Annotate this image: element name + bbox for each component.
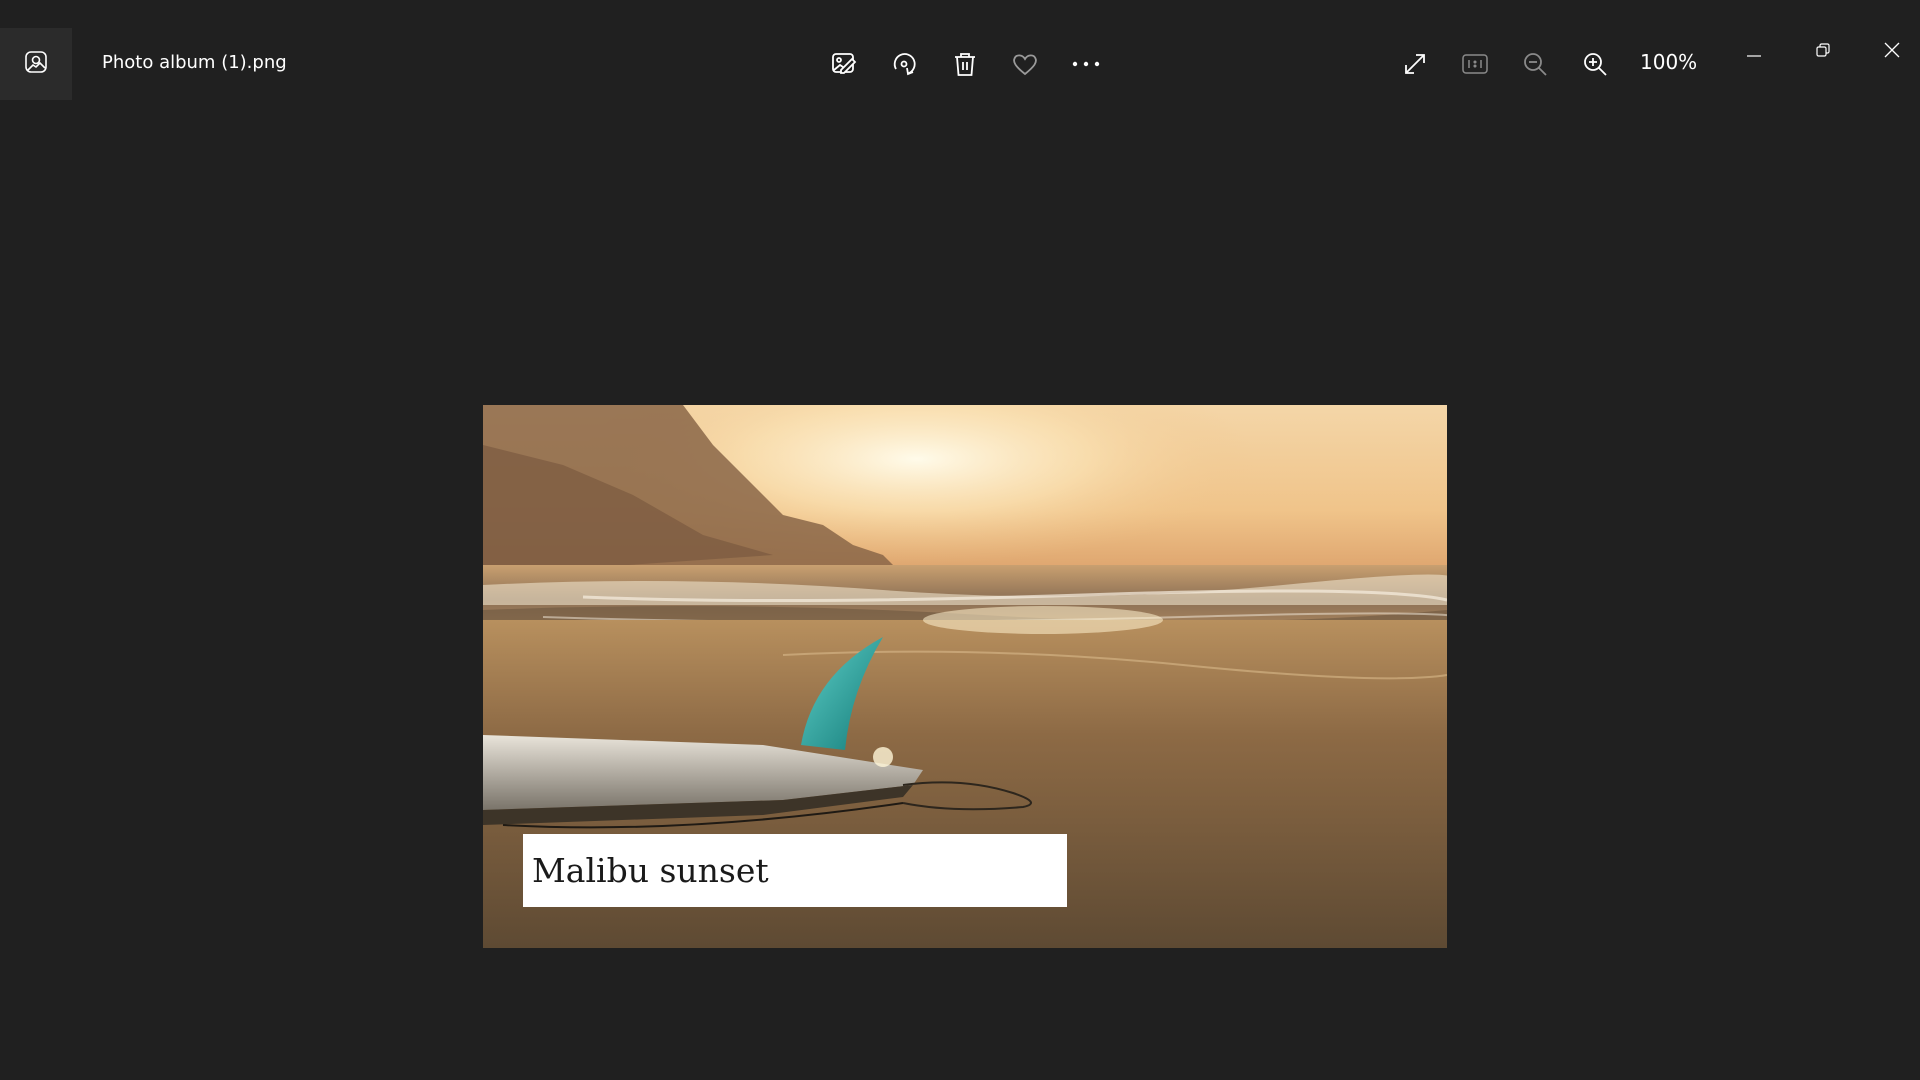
minimize-icon [1746, 43, 1762, 62]
file-title: Photo album (1).png [102, 52, 287, 73]
photo-caption: Malibu sunset [532, 851, 769, 890]
actual-size-icon [1461, 53, 1489, 75]
rotate-icon [890, 50, 918, 78]
fullscreen-button[interactable] [1395, 44, 1435, 84]
restore-button[interactable] [1800, 34, 1846, 70]
photos-app-icon [23, 49, 49, 79]
restore-icon [1815, 42, 1831, 62]
minimize-button[interactable] [1731, 34, 1777, 70]
photo: Malibu sunset [483, 405, 1447, 948]
image-viewer[interactable]: Malibu sunset [0, 100, 1920, 1080]
heart-icon [1011, 51, 1039, 77]
close-button[interactable] [1869, 34, 1915, 70]
edit-image-icon [830, 50, 858, 78]
zoom-in-button[interactable] [1575, 44, 1615, 84]
actual-size-button[interactable] [1455, 44, 1495, 84]
more-icon [1071, 60, 1101, 68]
app-icon-button[interactable] [0, 28, 72, 100]
more-options-button[interactable] [1066, 44, 1106, 84]
zoom-level[interactable]: 100% [1640, 50, 1700, 74]
title-bar: Photo album (1).png 100% [0, 0, 1920, 100]
delete-button[interactable] [945, 44, 985, 84]
edit-image-button[interactable] [824, 44, 864, 84]
zoom-out-icon [1522, 51, 1548, 77]
favorite-button[interactable] [1005, 44, 1045, 84]
trash-icon [952, 50, 978, 78]
rotate-button[interactable] [884, 44, 924, 84]
expand-icon [1402, 51, 1428, 77]
caption-box: Malibu sunset [523, 834, 1067, 907]
close-icon [1883, 41, 1901, 63]
zoom-in-icon [1582, 51, 1608, 77]
zoom-out-button[interactable] [1515, 44, 1555, 84]
